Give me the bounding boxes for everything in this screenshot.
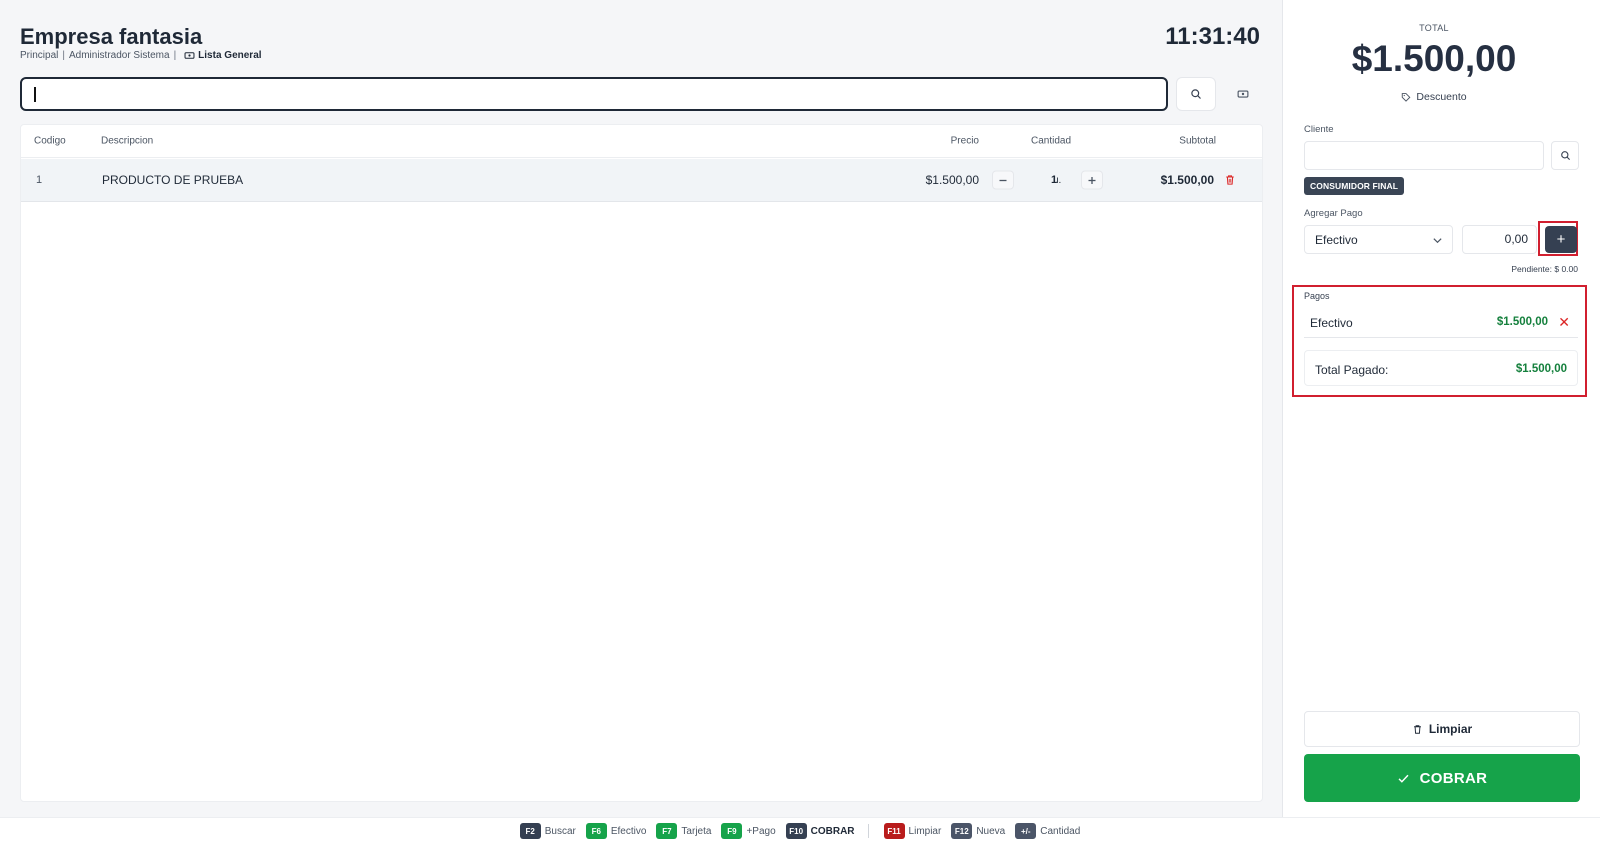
check-icon [1398, 774, 1409, 783]
shortcut-new[interactable]: F12 Nueva [951, 823, 1005, 839]
payment-amount-input[interactable]: 0,00 [1462, 225, 1537, 254]
total-paid-label: Total Pagado: [1315, 363, 1389, 377]
cash-button[interactable] [1223, 77, 1263, 111]
client-badge: CONSUMIDOR FINAL [1304, 177, 1405, 195]
key-badge: F12 [951, 823, 973, 839]
client-label: Cliente [1304, 124, 1334, 135]
shortcut-label: Buscar [544, 825, 576, 837]
trash-icon[interactable] [1224, 174, 1236, 186]
shortcut-label: Limpiar [908, 825, 942, 837]
header-code: Codigo [34, 135, 66, 147]
total-paid-amount: $1.500,00 [1515, 363, 1567, 375]
table-header: Codigo Descripcion Precio Cantidad Subto… [21, 125, 1262, 158]
sale-panel: Empresa fantasia Principal | Administrad… [0, 0, 1283, 817]
row-code: 1 [36, 174, 43, 186]
shortcut-label: +Pago [746, 825, 776, 837]
row-subtotal: $1.500,00 [1160, 173, 1214, 187]
session-info: Principal | Administrador Sistema | List… [20, 50, 262, 61]
clear-button[interactable]: Limpiar [1304, 711, 1580, 747]
payment-method-select[interactable]: Efectivo [1304, 225, 1453, 254]
client-search-button[interactable] [1551, 141, 1579, 170]
total-paid: Total Pagado: $1.500,00 [1304, 350, 1578, 386]
search-button[interactable] [1176, 77, 1216, 111]
increase-quantity-button[interactable] [1081, 170, 1103, 190]
payment-item: Efectivo $1.500,00 ✕ [1304, 308, 1578, 338]
key-badge: F10 [785, 823, 807, 839]
separator: | [173, 50, 177, 61]
total-label: TOTAL [1419, 23, 1449, 33]
header-description: Descripcion [101, 135, 154, 147]
search-icon [1191, 89, 1201, 99]
header: Empresa fantasia Principal | Administrad… [20, 22, 1260, 66]
tag-icon [1402, 93, 1411, 102]
discount-button[interactable]: Descuento [1284, 91, 1584, 103]
shortcut-label: Cantidad [1040, 825, 1081, 837]
key-badge: F7 [656, 823, 678, 839]
clear-label: Limpiar [1428, 722, 1473, 736]
search-icon [1560, 151, 1570, 161]
clock: 11:31:40 [1165, 23, 1260, 50]
shortcut-label: Efectivo [610, 825, 647, 837]
separator: | [62, 50, 65, 61]
minus-icon [999, 179, 1007, 181]
trash-icon [1413, 724, 1421, 734]
header-quantity: Cantidad [1031, 135, 1072, 147]
charge-label: COBRAR [1419, 769, 1488, 787]
user-name: Administrador Sistema [68, 50, 170, 61]
branch-name: Principal [20, 50, 59, 61]
shortcut-clear[interactable]: F11 Limpiar [883, 823, 942, 839]
add-payment-button[interactable]: + [1545, 226, 1577, 253]
key-badge: +/- [1015, 823, 1037, 839]
header-subtotal: Subtotal [1179, 135, 1216, 147]
add-payment-label: Agregar Pago [1304, 208, 1363, 219]
key-badge: F6 [585, 823, 607, 839]
shortcut-search[interactable]: F2 Buscar [519, 823, 576, 839]
key-badge: F11 [883, 823, 905, 839]
chevron-down-icon [1433, 238, 1442, 244]
price-list[interactable]: Lista General [184, 50, 262, 61]
key-badge: F9 [721, 823, 743, 839]
payments-label: Pagos [1304, 291, 1330, 301]
shortcut-label: COBRAR [810, 825, 855, 837]
product-search-input[interactable] [20, 77, 1168, 111]
cash-icon [1237, 90, 1249, 98]
divider [867, 824, 869, 838]
checkout-panel: TOTAL $1.500,00 Descuento Cliente CONSUM… [1284, 0, 1600, 817]
quantity-value: 1 [1051, 174, 1058, 186]
total-amount: $1.500,00 [1351, 38, 1517, 79]
payment-method-value: Efectivo [1315, 232, 1358, 247]
row-price: $1.500,00 [925, 173, 979, 187]
shortcut-card[interactable]: F7 Tarjeta [656, 823, 711, 839]
search-row [20, 77, 1263, 111]
pending-amount: Pendiente: $ 0.00 [1511, 264, 1578, 274]
row-quantity[interactable]: 1 u. [1051, 174, 1061, 186]
table-row[interactable]: 1 PRODUCTO DE PRUEBA $1.500,00 1 u. $1.50… [21, 159, 1262, 202]
header-price: Precio [950, 135, 979, 147]
payment-item-method: Efectivo [1310, 316, 1353, 330]
shortcut-quantity[interactable]: +/- Cantidad [1015, 823, 1080, 839]
cart-table: Codigo Descripcion Precio Cantidad Subto… [20, 124, 1263, 802]
key-badge: F2 [519, 823, 541, 839]
discount-label: Descuento [1416, 91, 1467, 103]
row-description: PRODUCTO DE PRUEBA [102, 173, 244, 187]
shortcut-charge[interactable]: F10 COBRAR [785, 823, 855, 839]
shortcut-add-payment[interactable]: F9 +Pago [721, 823, 776, 839]
remove-payment-button[interactable]: ✕ [1558, 314, 1570, 331]
shortcut-bar: F2 Buscar F6 Efectivo F7 Tarjeta F9 +Pago F1… [0, 817, 1600, 844]
payment-item-amount: $1.500,00 [1496, 316, 1548, 328]
charge-button[interactable]: COBRAR [1304, 754, 1580, 802]
shortcut-label: Tarjeta [681, 825, 712, 837]
client-input[interactable] [1304, 141, 1544, 170]
price-list-label: Lista General [198, 50, 262, 61]
decrease-quantity-button[interactable] [992, 170, 1014, 190]
shortcut-label: Nueva [976, 825, 1006, 837]
company-name: Empresa fantasia [20, 24, 203, 49]
plus-icon [1088, 176, 1096, 184]
shortcut-cash[interactable]: F6 Efectivo [585, 823, 647, 839]
text-caret [34, 87, 36, 102]
ticket-icon [184, 52, 195, 59]
